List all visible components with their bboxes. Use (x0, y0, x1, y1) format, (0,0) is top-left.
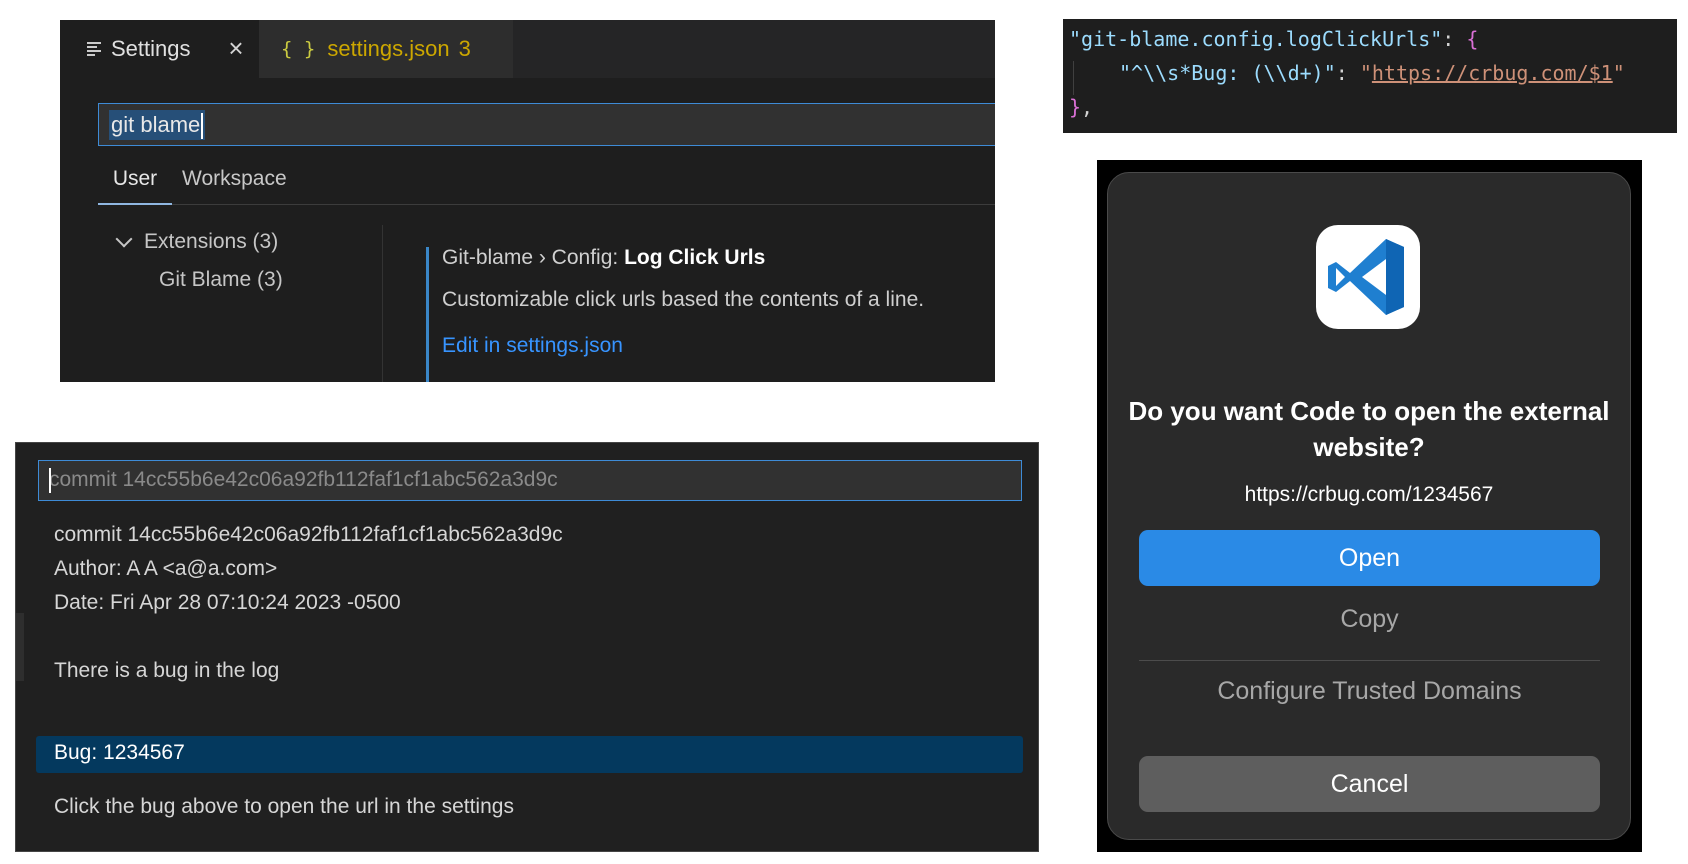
tab-workspace[interactable]: Workspace (178, 160, 291, 205)
bug-link-row[interactable]: Bug: 1234567 (36, 736, 1023, 773)
dialog-url: https://crbug.com/1234567 (1244, 483, 1494, 506)
tab-user[interactable]: User (98, 160, 172, 205)
search-selected-text: git blame (109, 110, 206, 140)
scope-tabs: User Workspace (98, 160, 995, 205)
open-button[interactable]: Open (1139, 530, 1600, 586)
settings-editor: Settings × { } settings.json 3 git blame… (60, 20, 995, 382)
setting-category: Git-blame › Config: (442, 246, 625, 269)
commit-details-panel: commit 14cc55b6e42c06a92fb112faf1cf1abc5… (15, 442, 1039, 852)
bug-link[interactable]: Bug: 1234567 (54, 741, 185, 765)
commit-hash-line: commit 14cc55b6e42c06a92fb112faf1cf1abc5… (54, 523, 563, 546)
settings-list-icon (87, 42, 101, 56)
json-url-link[interactable]: https://crbug.com/$1 (1372, 61, 1613, 85)
configure-trusted-domains-button[interactable]: Configure Trusted Domains (1139, 667, 1600, 715)
json-line-1: "git-blame.config.logClickUrls": { (1069, 27, 1479, 51)
commit-author-line: Author: A A <a@a.com> (54, 557, 278, 580)
tab-settings-label: Settings (111, 36, 191, 61)
commit-message-line: There is a bug in the log (54, 659, 280, 682)
toc-divider (382, 225, 383, 382)
tab-json-label: settings.json (327, 36, 450, 61)
json-line-3: }, (1069, 95, 1094, 119)
tab-settings-json[interactable]: { } settings.json 3 (259, 20, 513, 78)
editor-tab-bar: Settings × { } settings.json 3 (60, 20, 995, 78)
commit-hint-line: Click the bug above to open the url in t… (54, 795, 514, 818)
settings-search-input[interactable]: git blame (98, 103, 995, 146)
setting-title: Git-blame › Config: Log Click Urls (442, 246, 765, 270)
indent-guide (1073, 61, 1074, 95)
close-icon[interactable]: × (223, 34, 249, 62)
toc-extensions-label: Extensions (3) (144, 230, 279, 253)
vscode-icon (1316, 225, 1420, 329)
edit-in-settings-json-link[interactable]: Edit in settings.json (442, 334, 623, 358)
panel-edge (16, 613, 24, 681)
commit-date-line: Date: Fri Apr 28 07:10:24 2023 -0500 (54, 591, 401, 614)
toc-item-extensions[interactable]: Extensions (3) (115, 230, 279, 254)
commit-search-input[interactable]: commit 14cc55b6e42c06a92fb112faf1cf1abc5… (38, 460, 1022, 501)
chevron-down-icon (115, 230, 133, 248)
dialog-backdrop: Do you want Code to open the external we… (1097, 160, 1642, 852)
dialog-title: Do you want Code to open the external we… (1128, 396, 1610, 462)
text-cursor (49, 468, 51, 493)
json-braces-icon: { } (281, 38, 316, 60)
setting-description: Customizable click urls based the conten… (442, 288, 925, 311)
setting-name: Log Click Urls (624, 246, 766, 269)
copy-button[interactable]: Copy (1139, 595, 1600, 643)
settings-json-snippet: "git-blame.config.logClickUrls": { "^\\s… (1063, 19, 1677, 133)
tab-json-problem-count: 3 (458, 36, 471, 61)
cancel-button[interactable]: Cancel (1139, 756, 1600, 812)
toc-item-git-blame[interactable]: Git Blame (3) (159, 268, 283, 292)
setting-focus-indicator (426, 247, 429, 382)
json-line-2: "^\\s*Bug: (\\d+)": "https://crbug.com/$… (1119, 61, 1625, 85)
open-external-dialog: Do you want Code to open the external we… (1107, 172, 1631, 840)
dialog-divider (1139, 660, 1600, 661)
